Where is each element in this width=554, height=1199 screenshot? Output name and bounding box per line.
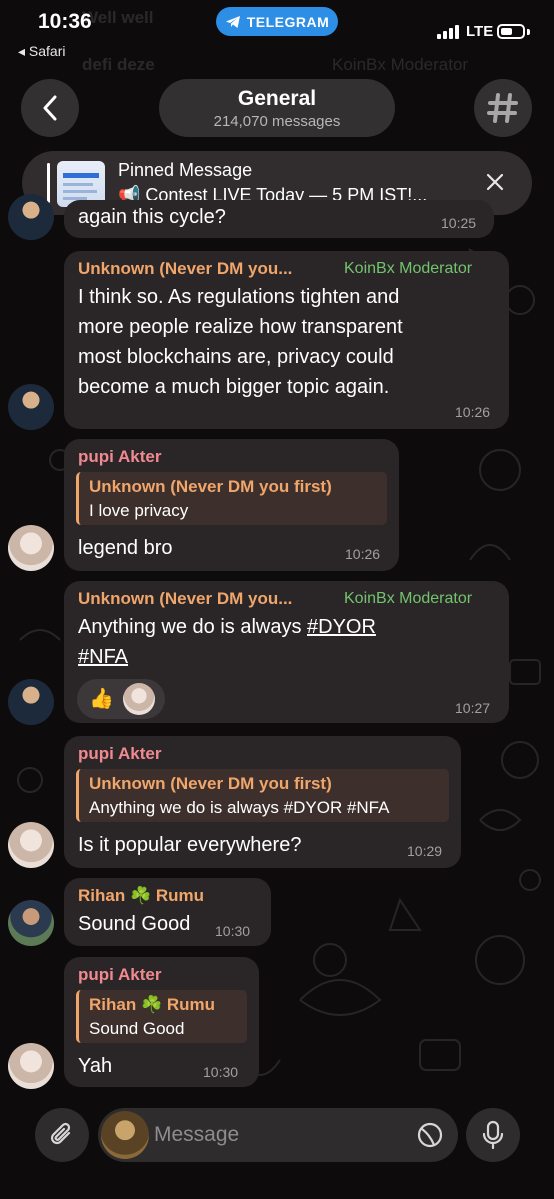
reaction-chip[interactable]: 👍	[77, 679, 165, 719]
telegram-icon	[225, 15, 240, 28]
reactor-avatar	[123, 683, 155, 715]
battery-icon	[497, 24, 525, 39]
message-bubble[interactable]: pupi Akter Rihan ☘️ Rumu Sound Good Yah …	[64, 957, 259, 1087]
avatar[interactable]	[8, 679, 54, 725]
message-time: 10:26	[345, 546, 381, 562]
message-bubble[interactable]: pupi Akter Unknown (Never DM you first) …	[64, 736, 461, 868]
avatar[interactable]	[8, 1043, 54, 1089]
sender-name[interactable]: pupi Akter	[78, 447, 161, 467]
reply-quote[interactable]: Unknown (Never DM you first) Anything we…	[76, 769, 449, 822]
voice-record-button[interactable]	[466, 1108, 520, 1162]
paperclip-icon	[50, 1122, 71, 1145]
message-bubble[interactable]: Rihan ☘️ Rumu Sound Good 10:30	[64, 878, 271, 946]
message-text: I think so. As regulations tighten and m…	[78, 286, 403, 398]
reply-text: Anything we do is always #DYOR #NFA	[89, 798, 390, 817]
microphone-icon	[482, 1120, 504, 1150]
avatar[interactable]	[8, 194, 54, 240]
thumbs-up-icon: 👍	[89, 688, 114, 710]
status-bar: 10:36 ◂ Safari TELEGRAM LTE	[0, 0, 554, 70]
message-text: again this cycle?	[78, 206, 226, 228]
message-time: 10:30	[215, 923, 251, 939]
reply-sender: Rihan ☘️ Rumu	[89, 995, 215, 1014]
message-text: Anything we do is always #DYOR #NFA	[78, 616, 376, 668]
message-time: 10:30	[203, 1064, 239, 1080]
message-time: 10:26	[455, 404, 491, 420]
moderator-badge: KoinBx Moderator	[344, 260, 473, 277]
message-text: Yah	[78, 1055, 113, 1077]
message-text: legend bro	[78, 537, 173, 559]
hashtag-icon	[487, 93, 518, 123]
signal-icon	[437, 25, 459, 39]
message-time: 10:29	[407, 843, 443, 859]
sender-name[interactable]: Rihan ☘️ Rumu	[78, 886, 204, 906]
back-to-app-link[interactable]: ◂ Safari	[18, 43, 66, 60]
reply-sender: Unknown (Never DM you first)	[89, 774, 332, 793]
sender-name[interactable]: Unknown (Never DM you...	[78, 589, 292, 609]
message-input[interactable]: Message	[98, 1108, 458, 1162]
avatar[interactable]	[8, 525, 54, 571]
back-button[interactable]	[21, 79, 79, 137]
sticker-icon[interactable]	[416, 1121, 444, 1149]
network-label: LTE	[466, 23, 494, 40]
chevron-left-icon	[43, 95, 57, 121]
avatar[interactable]	[8, 822, 54, 868]
message-bubble[interactable]: pupi Akter Unknown (Never DM you first) …	[64, 439, 399, 571]
send-as-avatar[interactable]	[101, 1111, 149, 1159]
close-icon[interactable]	[484, 171, 506, 193]
message-text: Sound Good	[78, 913, 191, 935]
reply-text: Sound Good	[89, 1019, 185, 1038]
reply-quote[interactable]: Rihan ☘️ Rumu Sound Good	[76, 990, 247, 1043]
reply-sender: Unknown (Never DM you first)	[89, 477, 332, 496]
topic-button[interactable]	[474, 79, 532, 137]
pinned-indicator	[47, 163, 50, 203]
pinned-title: Pinned Message	[118, 160, 253, 180]
sender-name[interactable]: Unknown (Never DM you...	[78, 259, 292, 279]
message-bubble[interactable]: Unknown (Never DM you... KoinBx Moderato…	[64, 251, 509, 429]
reply-text: I love privacy	[89, 501, 189, 520]
hashtag-link[interactable]: #NFA	[78, 646, 128, 668]
clock: 10:36	[38, 10, 92, 33]
message-time: 10:27	[455, 700, 491, 716]
moderator-badge: KoinBx Moderator	[344, 590, 473, 607]
sender-name[interactable]: pupi Akter	[78, 965, 161, 985]
chat-title-pill[interactable]: General 214,070 messages	[159, 79, 395, 137]
app-indicator-pill[interactable]: TELEGRAM	[216, 7, 338, 36]
chat-title: General	[237, 87, 317, 110]
message-text: Is it popular everywhere?	[78, 834, 302, 856]
reply-quote[interactable]: Unknown (Never DM you first) I love priv…	[76, 472, 387, 525]
avatar[interactable]	[8, 900, 54, 946]
attach-button[interactable]	[35, 1108, 89, 1162]
message-placeholder: Message	[154, 1123, 240, 1146]
sender-name[interactable]: pupi Akter	[78, 744, 161, 764]
avatar[interactable]	[8, 384, 54, 430]
battery-tip	[527, 29, 530, 35]
app-indicator-label: TELEGRAM	[246, 13, 330, 30]
message-time: 10:25	[441, 215, 477, 231]
message-bubble[interactable]: again this cycle? 10:25	[64, 200, 494, 238]
message-count: 214,070 messages	[213, 113, 341, 130]
hashtag-link[interactable]: #DYOR	[307, 616, 376, 638]
